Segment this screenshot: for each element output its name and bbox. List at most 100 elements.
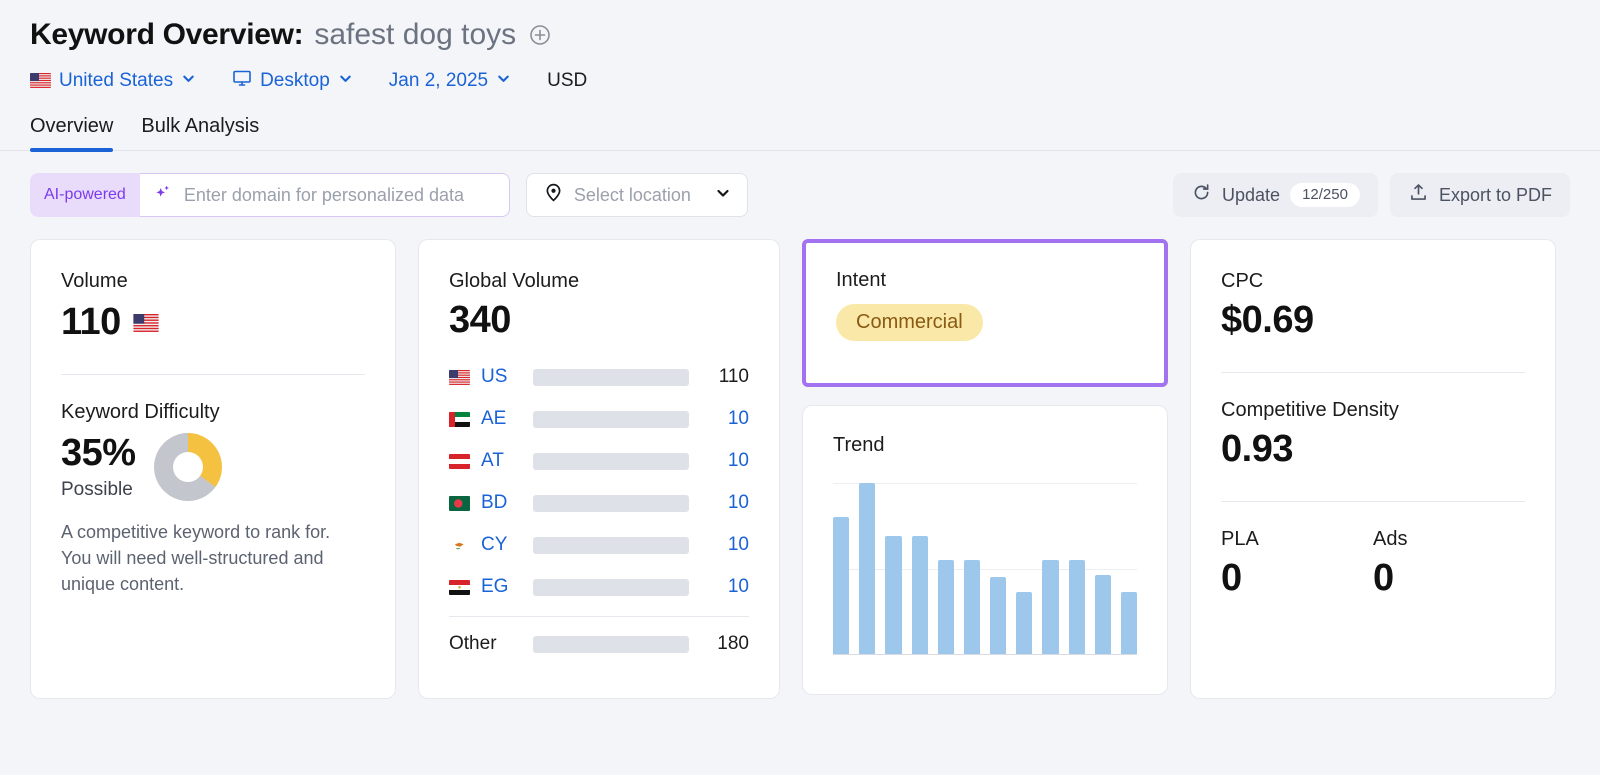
device-label: Desktop [260, 70, 330, 92]
volume-divider [61, 374, 365, 375]
country-bar-track [533, 537, 689, 554]
chevron-down-icon [181, 71, 196, 91]
country-code: AT [481, 450, 533, 472]
us-flag-icon [449, 370, 470, 385]
kd-donut-chart [154, 433, 222, 501]
ae-flag-icon [449, 412, 470, 427]
currency-label-wrap: USD [547, 70, 587, 92]
trend-bar[interactable] [833, 517, 849, 654]
other-label: Other [449, 633, 533, 655]
country-row[interactable]: AT 10 [449, 440, 749, 482]
global-volume-card: Global Volume 340 US110AE10AT10BD10CY10E… [418, 239, 780, 699]
meta-row: United States Desktop Jan 2, 2025 [30, 68, 1600, 93]
other-divider [449, 616, 749, 617]
pla-label: PLA [1221, 528, 1373, 551]
tab-overview[interactable]: Overview [30, 115, 113, 150]
cy-flag-icon [449, 538, 470, 553]
volume-card: Volume 110 Keyword Difficulty [30, 239, 396, 699]
intent-card[interactable]: Intent Commercial [802, 239, 1168, 387]
trend-bar[interactable] [938, 560, 954, 654]
location-label: Select location [574, 185, 691, 206]
intent-chip[interactable]: Commercial [836, 304, 983, 341]
map-pin-icon [543, 182, 564, 208]
country-code: AE [481, 408, 533, 430]
device-selector[interactable]: Desktop [232, 68, 353, 93]
keyword-difficulty-row: 35% Possible [61, 432, 365, 501]
ads-value: 0 [1373, 557, 1525, 600]
intent-trend-column: Intent Commercial Trend [802, 239, 1168, 695]
trend-bar[interactable] [885, 536, 901, 654]
country-row[interactable]: AE10 [449, 398, 749, 440]
keyword-value: safest dog toys [314, 18, 516, 52]
kd-description: A competitive keyword to rank for. You w… [61, 519, 365, 597]
country-value: 10 [689, 576, 749, 598]
country-value: 10 [689, 450, 749, 472]
country-row[interactable]: EG10 [449, 566, 749, 608]
trend-bar[interactable] [1095, 575, 1111, 654]
tab-bar: Overview Bulk Analysis [0, 115, 1600, 151]
cpc-label: CPC [1221, 270, 1525, 293]
trend-chart [833, 483, 1137, 655]
update-label: Update [1222, 185, 1280, 206]
country-value: 10 [689, 492, 749, 514]
cpc-card: CPC $0.69 Competitive Density 0.93 PLA 0… [1190, 239, 1556, 699]
location-selector[interactable]: Select location [526, 173, 748, 217]
page-header: Keyword Overview: safest dog toys [0, 0, 1600, 93]
trend-bar[interactable] [1069, 560, 1085, 654]
kd-value: 35% [61, 432, 136, 475]
trend-bar[interactable] [964, 560, 980, 654]
chevron-down-icon [715, 185, 731, 206]
cpc-divider [1221, 372, 1525, 373]
trend-bars [833, 483, 1137, 654]
ai-domain-group: AI-powered Enter domain for personalized… [30, 173, 510, 217]
trend-bar[interactable] [1121, 592, 1137, 654]
trend-card: Trend [802, 405, 1168, 695]
pla-ads-row: PLA 0 Ads 0 [1221, 528, 1525, 600]
date-selector[interactable]: Jan 2, 2025 [389, 70, 511, 92]
other-bar-track [533, 636, 689, 653]
update-button[interactable]: Update 12/250 [1173, 173, 1378, 217]
country-label: United States [59, 70, 173, 92]
title-row: Keyword Overview: safest dog toys [30, 18, 1600, 52]
sparkle-icon [152, 182, 174, 209]
us-flag-icon [133, 314, 159, 332]
trend-bar[interactable] [1016, 592, 1032, 654]
country-row[interactable]: BD10 [449, 482, 749, 524]
monitor-icon [232, 68, 252, 93]
us-flag-icon [30, 73, 51, 88]
country-bar-track [533, 369, 689, 386]
toolbar: AI-powered Enter domain for personalized… [0, 151, 1600, 217]
country-row[interactable]: US110 [449, 356, 749, 398]
domain-input[interactable]: Enter domain for personalized data [184, 185, 464, 206]
refresh-icon [1191, 182, 1212, 208]
country-bar-track [533, 495, 689, 512]
intent-label: Intent [836, 269, 1134, 292]
trend-bar[interactable] [912, 536, 928, 654]
other-value: 180 [689, 633, 749, 655]
ai-powered-badge: AI-powered [30, 173, 140, 217]
domain-input-wrap[interactable]: Enter domain for personalized data [140, 173, 510, 217]
export-label: Export to PDF [1439, 185, 1552, 206]
country-code: CY [481, 534, 533, 556]
keyword-difficulty-label: Keyword Difficulty [61, 401, 365, 424]
volume-value-row: 110 [61, 301, 365, 344]
global-volume-label: Global Volume [449, 270, 749, 293]
trend-bar[interactable] [1042, 560, 1058, 654]
chevron-down-icon [496, 71, 511, 91]
competitive-density-value: 0.93 [1221, 428, 1525, 471]
trend-bar[interactable] [990, 577, 1006, 654]
tab-bulk-analysis[interactable]: Bulk Analysis [141, 115, 259, 150]
country-selector[interactable]: United States [30, 70, 196, 92]
country-row[interactable]: CY 10 [449, 524, 749, 566]
volume-value: 110 [61, 301, 121, 344]
pla-value: 0 [1221, 557, 1373, 600]
country-list: US110AE10AT10BD10CY10EG10 [449, 356, 749, 608]
currency-label: USD [547, 70, 587, 92]
country-value: 10 [689, 534, 749, 556]
plus-circle-icon[interactable] [528, 23, 552, 47]
density-divider [1221, 501, 1525, 502]
country-bar-track [533, 453, 689, 470]
trend-bar[interactable] [859, 483, 875, 654]
export-pdf-button[interactable]: Export to PDF [1390, 173, 1570, 217]
volume-label: Volume [61, 270, 365, 293]
